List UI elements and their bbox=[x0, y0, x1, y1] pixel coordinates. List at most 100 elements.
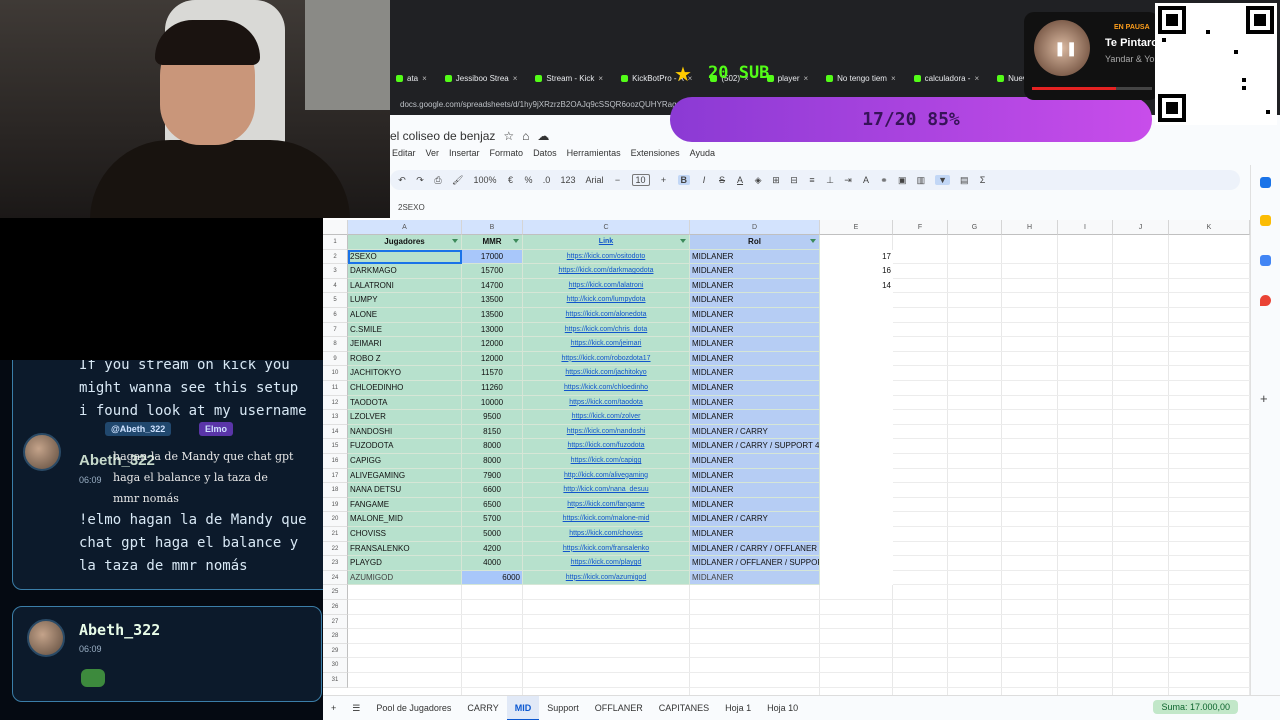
row-header[interactable]: 10 bbox=[323, 366, 348, 381]
merge-icon[interactable]: ⊟ bbox=[790, 175, 798, 186]
table-cell[interactable]: https://kick.com/choviss bbox=[523, 527, 690, 542]
sheet-tab[interactable]: CAPITANES bbox=[651, 696, 717, 720]
table-cell[interactable] bbox=[820, 351, 893, 367]
table-cell[interactable]: http://kick.com/nana_desuu bbox=[523, 483, 690, 498]
fill-color-icon[interactable]: ◈ bbox=[754, 175, 762, 186]
row-header[interactable]: 5 bbox=[323, 293, 348, 308]
row-header[interactable]: 2 bbox=[323, 249, 348, 265]
table-cell[interactable] bbox=[820, 556, 893, 571]
table-cell[interactable]: MIDLANER bbox=[690, 278, 820, 294]
table-cell[interactable]: https://kick.com/playgd bbox=[523, 556, 690, 571]
table-cell[interactable]: 4200 bbox=[462, 541, 523, 557]
table-cell[interactable]: FRANSALENKO bbox=[348, 541, 462, 557]
table-cell[interactable]: 14700 bbox=[462, 278, 523, 294]
table-cell[interactable]: LALATRONI bbox=[348, 278, 462, 294]
table-cell[interactable]: CAPIGG bbox=[348, 454, 462, 469]
table-cell[interactable]: https://kick.com/jeimari bbox=[523, 337, 690, 352]
header-cell[interactable]: Link bbox=[523, 235, 690, 250]
row-header[interactable]: 13 bbox=[323, 410, 348, 425]
table-cell[interactable]: 12000 bbox=[462, 351, 523, 367]
row-header[interactable]: 24 bbox=[323, 570, 348, 586]
italic-icon[interactable]: I bbox=[700, 175, 708, 185]
table-cell[interactable]: CHOVISS bbox=[348, 527, 462, 542]
font-select[interactable]: Arial bbox=[586, 175, 604, 185]
select-all-corner[interactable] bbox=[323, 220, 348, 235]
row-header[interactable]: 22 bbox=[323, 541, 348, 557]
table-cell[interactable]: http://kick.com/alivegaming bbox=[523, 468, 690, 484]
spreadsheet-grid[interactable]: A B C D E F G H I J K 1 Jugadores MMR Link Rol 2 2SEXO 170… bbox=[323, 220, 1250, 695]
menu-item[interactable]: Herramientas bbox=[567, 148, 621, 158]
table-cell[interactable]: https://kick.com/chloedinho bbox=[523, 381, 690, 396]
table-cell[interactable] bbox=[820, 381, 893, 396]
sheet-tab[interactable]: Hoja 10 bbox=[759, 696, 806, 720]
table-cell[interactable]: MIDLANER / OFFLANER / SUPPORT bbox=[690, 556, 820, 571]
table-cell[interactable]: https://kick.com/lalatroni bbox=[523, 278, 690, 294]
table-cell[interactable]: 8000 bbox=[462, 439, 523, 454]
column-header[interactable]: B bbox=[462, 220, 523, 235]
row-header[interactable]: 6 bbox=[323, 308, 348, 323]
align-icon[interactable]: ≡ bbox=[808, 175, 816, 185]
table-cell[interactable]: MIDLANER bbox=[690, 497, 820, 513]
close-tab-icon[interactable]: × bbox=[974, 74, 979, 83]
borders-icon[interactable]: ⊞ bbox=[772, 175, 780, 186]
table-cell[interactable]: FUZODOTA bbox=[348, 439, 462, 454]
table-cell[interactable]: 11260 bbox=[462, 381, 523, 396]
calendar-icon[interactable] bbox=[1260, 177, 1271, 188]
table-cell[interactable] bbox=[820, 322, 893, 338]
font-size-minus-icon[interactable]: − bbox=[614, 175, 622, 185]
table-cell[interactable]: MIDLANER bbox=[690, 395, 820, 411]
browser-tab[interactable]: No tengo tiem × bbox=[820, 68, 901, 88]
table-cell[interactable]: MIDLANER bbox=[690, 527, 820, 542]
column-header[interactable]: G bbox=[948, 220, 1002, 235]
table-cell[interactable]: 5000 bbox=[462, 527, 523, 542]
table-cell[interactable]: MIDLANER bbox=[690, 366, 820, 381]
add-addon-icon[interactable]: + bbox=[1260, 392, 1271, 405]
tasks-icon[interactable] bbox=[1260, 255, 1271, 266]
table-cell[interactable]: MIDLANER bbox=[690, 337, 820, 352]
table-cell[interactable]: 17 bbox=[820, 249, 893, 265]
paint-format-icon[interactable]: 🖌 bbox=[452, 175, 463, 186]
browser-tab[interactable]: Jessiboo Strea × bbox=[439, 68, 524, 88]
table-cell[interactable] bbox=[820, 395, 893, 411]
table-cell[interactable]: 6500 bbox=[462, 497, 523, 513]
more-formats-button[interactable]: 123 bbox=[560, 175, 575, 185]
table-cell[interactable] bbox=[820, 512, 893, 527]
undo-icon[interactable]: ↶ bbox=[398, 175, 406, 186]
table-cell[interactable] bbox=[820, 454, 893, 469]
font-size-plus-icon[interactable]: + bbox=[660, 175, 668, 185]
table-cell[interactable]: 8000 bbox=[462, 454, 523, 469]
close-tab-icon[interactable]: × bbox=[598, 74, 603, 83]
table-cell[interactable] bbox=[820, 570, 893, 586]
keep-icon[interactable] bbox=[1260, 215, 1271, 226]
table-cell[interactable] bbox=[820, 483, 893, 498]
row-header[interactable]: 9 bbox=[323, 351, 348, 367]
table-cell[interactable]: 11570 bbox=[462, 366, 523, 381]
text-color-icon[interactable]: A bbox=[736, 175, 744, 185]
table-cell[interactable]: C.SMILE bbox=[348, 322, 462, 338]
menu-item[interactable]: Insertar bbox=[449, 148, 480, 158]
sheet-tab[interactable]: Support bbox=[539, 696, 587, 720]
table-cell[interactable]: ALONE bbox=[348, 308, 462, 323]
table-cell[interactable]: http://kick.com/lumpydota bbox=[523, 293, 690, 308]
move-icon[interactable]: ⌂ bbox=[522, 129, 529, 143]
doc-title[interactable]: el coliseo de benjaz bbox=[390, 129, 495, 143]
browser-tab[interactable]: Stream - Kick × bbox=[529, 68, 609, 88]
table-cell[interactable]: MIDLANER bbox=[690, 264, 820, 279]
table-cell[interactable] bbox=[820, 293, 893, 308]
table-cell[interactable]: JEIMARI bbox=[348, 337, 462, 352]
table-cell[interactable]: ALIVEGAMING bbox=[348, 468, 462, 484]
table-cell[interactable] bbox=[820, 424, 893, 440]
table-cell[interactable]: LZOLVER bbox=[348, 410, 462, 425]
all-sheets-icon[interactable]: ☰ bbox=[344, 696, 368, 720]
rotate-icon[interactable]: A bbox=[862, 175, 870, 185]
sheet-tab[interactable]: Hoja 1 bbox=[717, 696, 759, 720]
close-tab-icon[interactable]: × bbox=[803, 74, 808, 83]
decrease-decimal-button[interactable]: .0 bbox=[542, 175, 551, 185]
comment-icon[interactable]: ▣ bbox=[898, 175, 907, 186]
table-cell[interactable]: MIDLANER / CARRY bbox=[690, 424, 820, 440]
table-cell[interactable]: PLAYGD bbox=[348, 556, 462, 571]
table-cell[interactable]: ROBO Z bbox=[348, 351, 462, 367]
currency-button[interactable]: € bbox=[506, 175, 514, 185]
column-header[interactable]: C bbox=[523, 220, 690, 235]
chart-icon[interactable]: ▥ bbox=[917, 175, 926, 186]
